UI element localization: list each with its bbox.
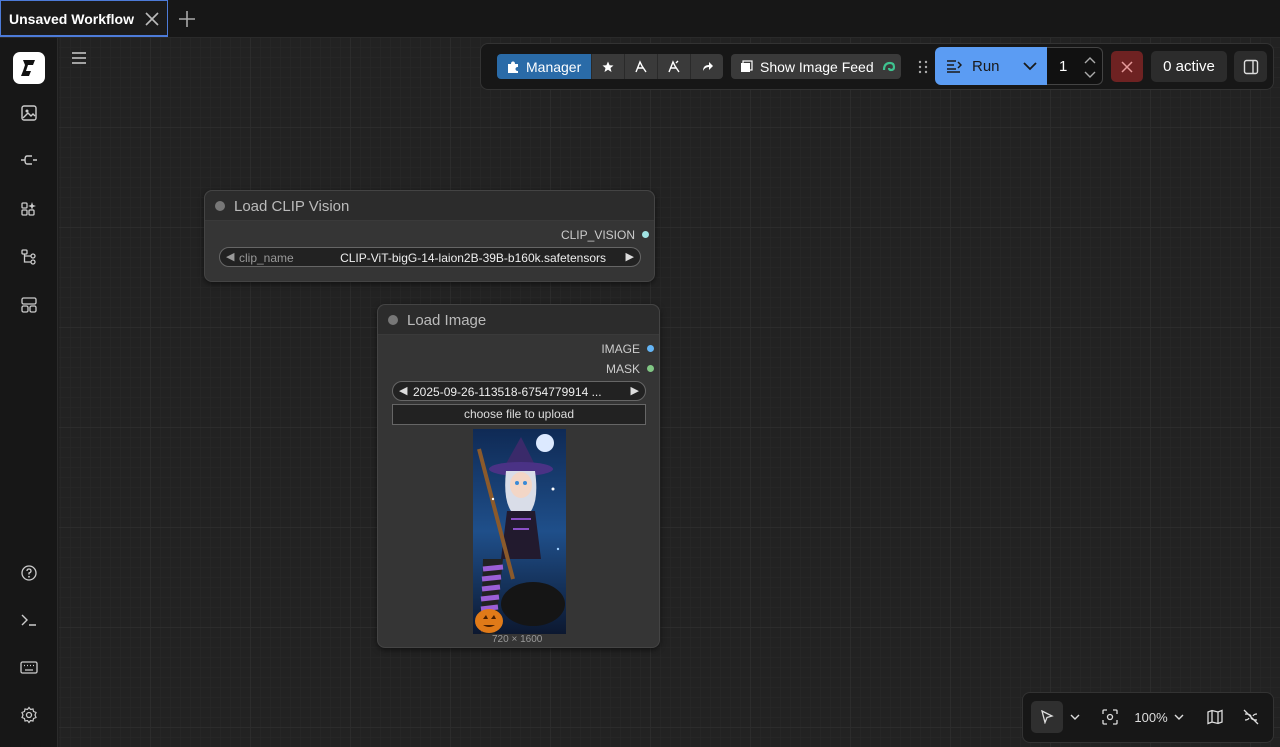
cancel-button[interactable] bbox=[1111, 51, 1143, 82]
output-mask-socket[interactable] bbox=[647, 365, 654, 372]
mode-dropdown[interactable] bbox=[1066, 701, 1084, 733]
add-tab-icon[interactable] bbox=[176, 8, 198, 30]
chevron-down-icon bbox=[1174, 714, 1184, 720]
increment-icon[interactable] bbox=[1083, 54, 1097, 66]
sidebar-panel-icon bbox=[1243, 59, 1258, 74]
decrement-icon[interactable] bbox=[1083, 69, 1097, 81]
drag-handle-icon[interactable] bbox=[917, 59, 929, 75]
manager-group: Manager bbox=[497, 54, 724, 79]
queue-count-value: 1 bbox=[1059, 58, 1068, 75]
puzzle-icon bbox=[508, 61, 518, 73]
run-group: Run bbox=[935, 47, 1047, 85]
images-icon[interactable] bbox=[14, 98, 44, 128]
run-button[interactable]: Run bbox=[935, 47, 1009, 85]
output-mask-label: MASK bbox=[605, 362, 640, 376]
upload-button[interactable]: choose file to upload bbox=[392, 404, 646, 425]
model-icon[interactable] bbox=[14, 145, 44, 175]
chevron-down-icon bbox=[1070, 714, 1080, 720]
show-image-feed-button[interactable]: Show Image Feed bbox=[731, 54, 901, 79]
manager-button[interactable]: Manager bbox=[497, 54, 592, 79]
collapse-dot[interactable] bbox=[388, 315, 398, 325]
zoom-level: 100% bbox=[1134, 709, 1168, 725]
pointer-icon bbox=[1041, 710, 1054, 724]
node-header[interactable]: Load Image bbox=[378, 305, 659, 335]
tab-title: Unsaved Workflow bbox=[9, 11, 134, 27]
logo-icon[interactable] bbox=[13, 52, 45, 84]
custom-node-icon[interactable] bbox=[624, 54, 658, 79]
fit-view-button[interactable] bbox=[1097, 701, 1123, 733]
node-title: Load Image bbox=[407, 312, 487, 329]
output-image-label: IMAGE bbox=[601, 342, 640, 356]
share-icon[interactable] bbox=[690, 54, 724, 79]
output-image-socket[interactable] bbox=[647, 345, 654, 352]
model-manager-icon[interactable] bbox=[657, 54, 691, 79]
tab-unsaved-workflow[interactable]: Unsaved Workflow bbox=[0, 0, 168, 37]
combo-value: 2025-09-26-113518-6754779914 ... bbox=[413, 385, 602, 399]
toggle-panel-button[interactable] bbox=[1234, 51, 1267, 82]
settings-icon[interactable] bbox=[14, 700, 44, 730]
combo-value: CLIP-ViT-bigG-14-laion2B-39B-b160k.safet… bbox=[340, 251, 606, 265]
select-mode-button[interactable] bbox=[1031, 701, 1063, 733]
combo-prev-icon[interactable]: ◀ bbox=[226, 250, 234, 263]
queue-count-input[interactable]: 1 bbox=[1047, 47, 1103, 85]
star-icon[interactable] bbox=[591, 54, 625, 79]
keyboard-icon[interactable] bbox=[14, 652, 44, 682]
links-hidden-icon bbox=[1243, 709, 1259, 725]
image-dimensions: 720 × 1600 bbox=[492, 634, 543, 645]
node-title: Load CLIP Vision bbox=[234, 198, 350, 215]
tab-bar: Unsaved Workflow bbox=[0, 0, 1280, 38]
output-clip-vision-label: CLIP_VISION bbox=[560, 228, 635, 242]
zoom-dropdown[interactable]: 100% bbox=[1129, 701, 1189, 733]
templates-icon[interactable] bbox=[14, 290, 44, 320]
active-queue-button[interactable]: 0 active bbox=[1151, 51, 1227, 82]
node-header[interactable]: Load CLIP Vision bbox=[205, 191, 654, 221]
image-preview bbox=[473, 429, 566, 634]
combo-prev-icon[interactable]: ◀ bbox=[399, 384, 407, 397]
clip-name-combo[interactable]: ◀ clip_name CLIP-ViT-bigG-14-laion2B-39B… bbox=[219, 247, 641, 267]
close-icon[interactable] bbox=[143, 10, 161, 28]
combo-next-icon[interactable]: ▶ bbox=[631, 384, 639, 397]
combo-label: clip_name bbox=[239, 251, 294, 265]
terminal-icon[interactable] bbox=[14, 605, 44, 635]
graph-canvas[interactable] bbox=[59, 38, 1280, 747]
close-icon bbox=[1121, 60, 1133, 73]
collapse-dot[interactable] bbox=[215, 201, 225, 211]
image-combo[interactable]: ◀ 2025-09-26-113518-6754779914 ... ▶ bbox=[392, 381, 646, 401]
minimap-button[interactable] bbox=[1202, 701, 1228, 733]
run-label: Run bbox=[972, 57, 1000, 75]
help-icon[interactable] bbox=[14, 558, 44, 588]
node-load-image[interactable]: Load Image IMAGE MASK ◀ 2025-09-26-11351… bbox=[377, 304, 660, 648]
nodes-icon[interactable] bbox=[14, 194, 44, 224]
node-load-clip-vision[interactable]: Load CLIP Vision CLIP_VISION ◀ clip_name… bbox=[204, 190, 655, 282]
map-icon bbox=[1207, 709, 1223, 725]
queue-icon bbox=[947, 60, 962, 73]
run-mode-dropdown[interactable] bbox=[1013, 47, 1047, 85]
image-feed-icon bbox=[741, 60, 753, 72]
menu-icon[interactable] bbox=[70, 50, 88, 66]
active-label: 0 active bbox=[1163, 58, 1215, 75]
output-clip-vision-socket[interactable] bbox=[642, 231, 649, 238]
combo-next-icon[interactable]: ▶ bbox=[626, 250, 634, 263]
feed-label: Show Image Feed bbox=[760, 58, 874, 75]
manager-label: Manager bbox=[526, 58, 582, 75]
feed-logo-icon bbox=[882, 61, 895, 71]
chevron-down-icon bbox=[1023, 62, 1037, 71]
focus-icon bbox=[1102, 709, 1118, 725]
toggle-links-button[interactable] bbox=[1238, 701, 1264, 733]
workflow-icon[interactable] bbox=[14, 242, 44, 272]
sidebar bbox=[0, 38, 58, 747]
